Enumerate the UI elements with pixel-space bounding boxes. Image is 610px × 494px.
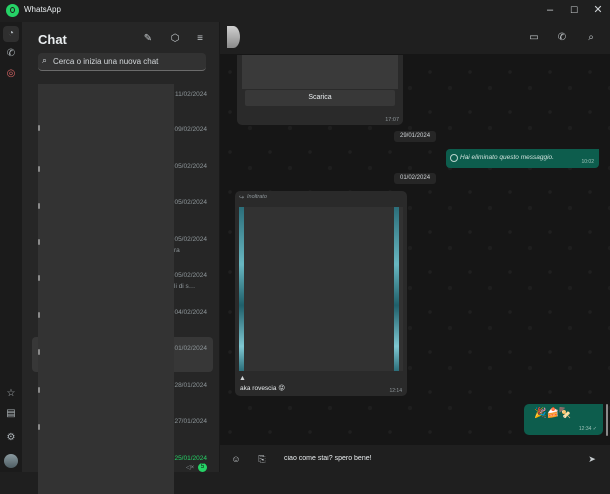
deleted-message-text: Hai eliminato questo messaggio. bbox=[460, 154, 554, 161]
media-strip-right bbox=[394, 207, 399, 371]
message-input[interactable] bbox=[284, 451, 564, 465]
forwarded-label: Inoltrato bbox=[247, 194, 267, 200]
starred-icon[interactable]: ☆ bbox=[3, 386, 19, 402]
search-input[interactable] bbox=[53, 53, 203, 70]
message-time: 12:34 ✓ bbox=[578, 426, 597, 432]
unread-badge: 5 bbox=[198, 463, 207, 472]
video-call-icon[interactable]: ▭ bbox=[525, 29, 543, 47]
emoji-icon[interactable]: ☺ bbox=[228, 451, 244, 467]
filter-icon[interactable]: ⬡ bbox=[166, 30, 184, 48]
play-icon: ▲ bbox=[239, 375, 246, 382]
document-preview bbox=[242, 55, 398, 89]
forwarded-icon: ↪ bbox=[239, 195, 245, 201]
sticker-emoji: 🎉🍰🍢 bbox=[534, 408, 572, 419]
settings-icon[interactable]: ⚙ bbox=[3, 430, 19, 446]
conversation-panel: ▭ ✆ ⌕ Scarica 17:07 29/01/2024 Hai elimi… bbox=[220, 22, 610, 472]
chat-list-panel: Chat ✎ ⬡ ≡ ⌕ 11/02/2024 09/02/2024 05/02… bbox=[22, 22, 220, 494]
scrollbar[interactable] bbox=[606, 404, 608, 436]
message-time: 17:07 bbox=[385, 117, 399, 123]
chat-date: 28/01/2024 bbox=[174, 382, 207, 389]
chat-snippet: ra bbox=[174, 247, 180, 254]
chat-snippet: li di s… bbox=[174, 283, 196, 290]
chat-list-title: Chat bbox=[38, 32, 67, 47]
menu-icon[interactable]: ≡ bbox=[191, 30, 209, 48]
calls-icon[interactable]: ✆ bbox=[3, 46, 19, 62]
minimize-button[interactable]: – bbox=[538, 1, 562, 19]
sticker-message[interactable]: 🎉🍰🍢 12:34 ✓ bbox=[524, 404, 603, 435]
deleted-message: Hai eliminato questo messaggio. 10:02 bbox=[446, 149, 599, 168]
list-item bbox=[38, 387, 40, 393]
chat-date: 11/02/2024 bbox=[174, 91, 207, 98]
archive-icon[interactable]: ▤ bbox=[3, 406, 19, 422]
search-messages-icon[interactable]: ⌕ bbox=[582, 29, 600, 47]
media-strip-left bbox=[239, 207, 244, 371]
navigation-rail: ◔ ✆ ◎ ☆ ▤ ⚙ bbox=[0, 22, 22, 472]
chat-date: 05/02/2024 bbox=[174, 236, 207, 243]
new-chat-icon[interactable]: ✎ bbox=[139, 30, 157, 48]
chat-date: 05/02/2024 bbox=[174, 272, 207, 279]
list-item bbox=[38, 349, 40, 355]
chat-date: 27/01/2024 bbox=[174, 418, 207, 425]
message-composer: ☺ ⎘ ➤ bbox=[220, 445, 610, 472]
download-button[interactable]: Scarica bbox=[245, 90, 395, 106]
redacted-chat-names bbox=[38, 84, 174, 494]
voice-call-icon[interactable]: ✆ bbox=[553, 29, 571, 47]
chat-date: 05/02/2024 bbox=[174, 199, 207, 206]
mute-icon: ◁× bbox=[186, 465, 195, 471]
list-item bbox=[38, 203, 40, 209]
chats-icon[interactable]: ◔ bbox=[3, 26, 19, 42]
profile-avatar[interactable] bbox=[4, 454, 18, 468]
search-icon: ⌕ bbox=[42, 55, 48, 65]
message-time: 12:14 bbox=[389, 388, 402, 394]
document-message: Scarica 17:07 bbox=[237, 55, 403, 125]
chat-date: 25/01/2024 bbox=[174, 455, 207, 462]
message-time: 10:02 bbox=[581, 159, 594, 165]
attach-icon[interactable]: ⎘ bbox=[254, 451, 270, 467]
media-caption: aka rovescia 😝 bbox=[240, 385, 286, 392]
chat-date: 01/02/2024 bbox=[174, 345, 207, 352]
close-button[interactable]: ✕ bbox=[586, 1, 610, 19]
date-separator: 01/02/2024 bbox=[394, 173, 437, 184]
send-icon[interactable]: ➤ bbox=[584, 451, 600, 467]
chat-date: 05/02/2024 bbox=[174, 163, 207, 170]
search-box[interactable]: ⌕ bbox=[38, 53, 206, 71]
list-item bbox=[38, 166, 40, 172]
contact-avatar[interactable] bbox=[227, 26, 240, 48]
deleted-icon bbox=[450, 154, 458, 162]
list-item bbox=[38, 239, 40, 245]
conversation-header: ▭ ✆ ⌕ bbox=[220, 22, 610, 54]
media-preview[interactable]: ▲ bbox=[239, 207, 403, 382]
whatsapp-logo-icon bbox=[6, 4, 19, 17]
title-bar: WhatsApp – ☐ ✕ bbox=[0, 0, 610, 22]
chat-date: 09/02/2024 bbox=[174, 126, 207, 133]
maximize-button[interactable]: ☐ bbox=[562, 1, 586, 19]
chat-date: 04/02/2024 bbox=[174, 309, 207, 316]
list-item bbox=[38, 424, 40, 430]
list-item bbox=[38, 125, 40, 131]
app-title: WhatsApp bbox=[24, 5, 61, 14]
list-item bbox=[38, 275, 40, 281]
list-item bbox=[38, 312, 40, 318]
media-message[interactable]: ↪ Inoltrato ▲ aka rovescia 😝 12:14 bbox=[235, 191, 407, 396]
date-separator: 29/01/2024 bbox=[394, 131, 437, 142]
status-icon[interactable]: ◎ bbox=[3, 66, 19, 82]
